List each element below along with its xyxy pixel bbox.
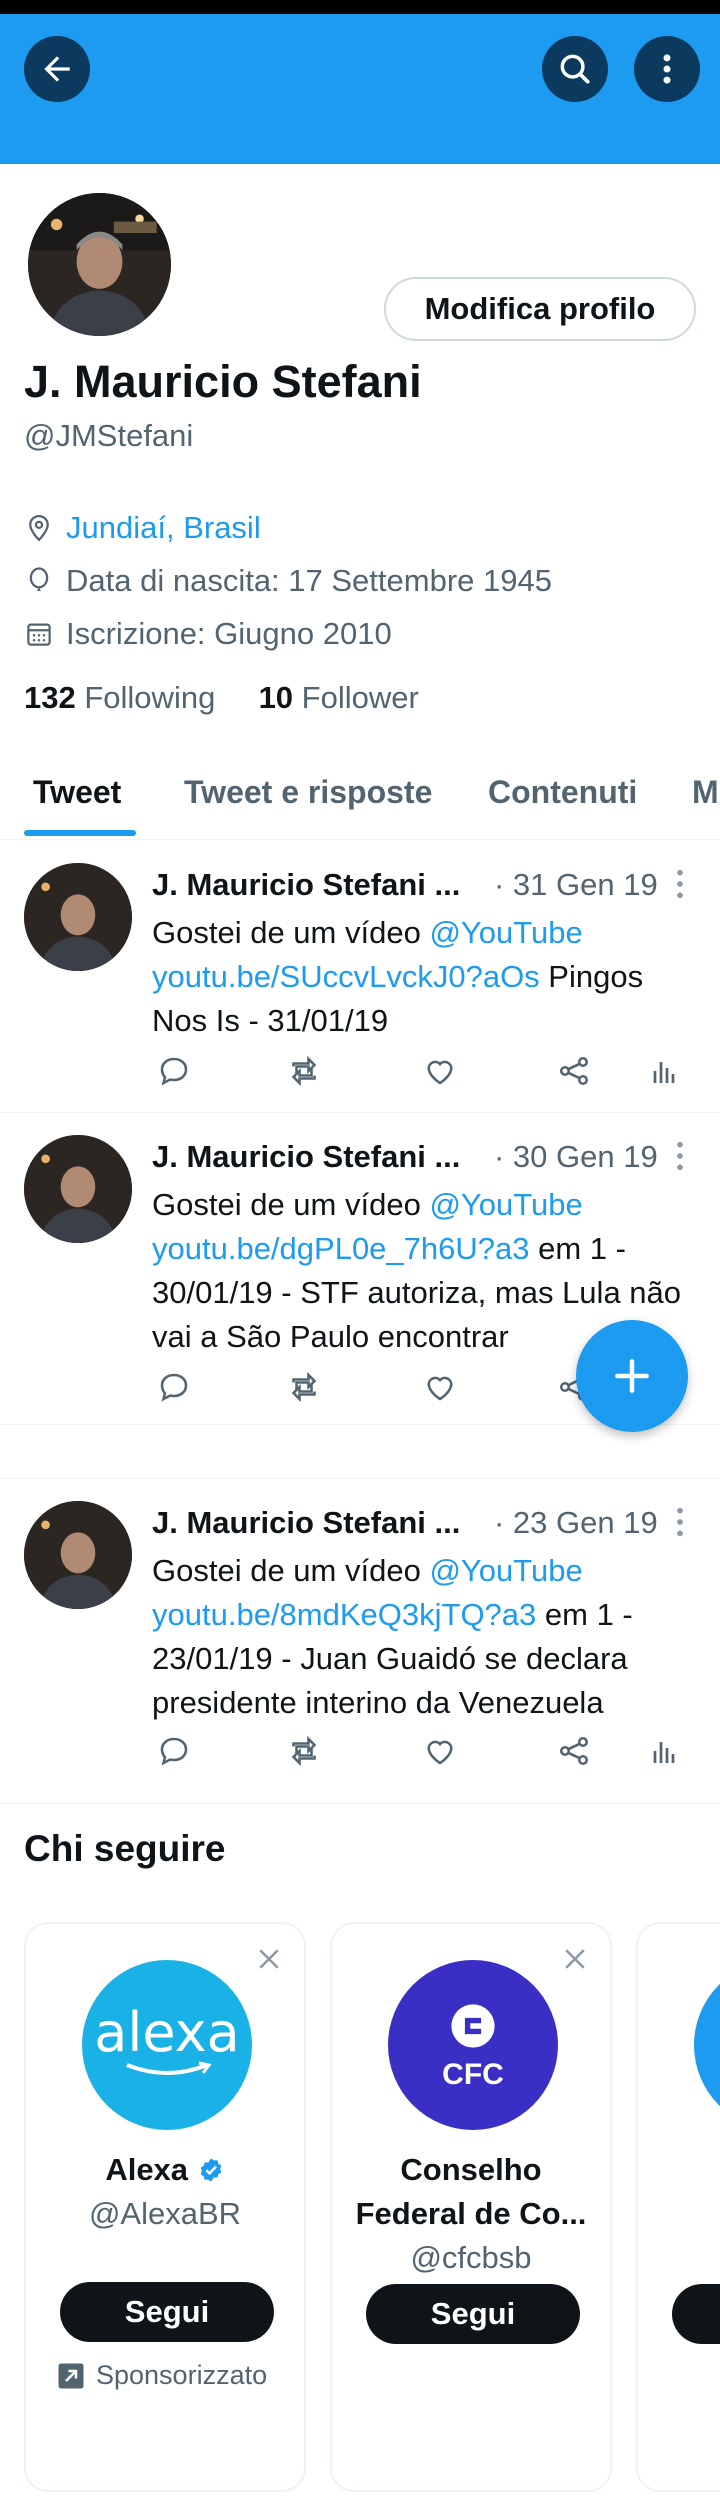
more-vertical-icon[interactable] [668, 867, 692, 901]
birth-date: Data di nascita: 17 Settembre 1945 [66, 563, 552, 598]
location-pin-icon [24, 513, 54, 543]
location-row: Jundiaí, Brasil [24, 508, 261, 548]
cfc-logo: CFC [388, 1960, 558, 2130]
like-icon[interactable] [422, 1053, 458, 1089]
like-icon[interactable] [422, 1733, 458, 1769]
tweet-actions [152, 1053, 692, 1093]
share-icon[interactable] [556, 1053, 592, 1089]
tweet-url-link[interactable]: youtu.be/8mdKeQ3kjTQ?a3 [152, 1597, 536, 1632]
tweet-date: · 31 Gen 19 [494, 867, 658, 902]
more-vertical-icon[interactable] [668, 1139, 692, 1173]
suggestion-card-cfc[interactable]: CFC Conselho Federal de Co... @cfcbsb Se… [330, 1922, 612, 2492]
compose-tweet-button[interactable] [576, 1320, 688, 1432]
tweet-item[interactable]: J. Mauricio Stefani ... · 31 Gen 19 Gost… [0, 841, 720, 1113]
verified-badge-icon [200, 2158, 221, 2182]
tab-mi-piace[interactable]: M [692, 774, 719, 811]
search-icon [560, 54, 590, 84]
share-icon[interactable] [556, 1733, 592, 1769]
more-vertical-icon[interactable] [668, 1505, 692, 1539]
tweet-date: · 23 Gen 19 [494, 1505, 658, 1540]
tweet-text: Gostei de um vídeo @YouTube youtu.be/8md… [152, 1553, 633, 1720]
sponsored-label: Sponsorizzato [56, 2360, 267, 2391]
tweet-url-link[interactable]: youtu.be/dgPL0e_7h6U?a3 [152, 1231, 530, 1266]
more-options-button[interactable] [634, 36, 700, 102]
suggestion-card-alexa[interactable]: alexa Alexa @AlexaBR Segui Sponsorizzato [24, 1922, 306, 2492]
follow-button[interactable]: Segui [366, 2284, 580, 2344]
search-button[interactable] [542, 36, 608, 102]
back-button[interactable] [24, 36, 90, 102]
reply-icon[interactable] [156, 1733, 192, 1769]
partial-logo [694, 1960, 720, 2130]
reply-icon[interactable] [156, 1369, 192, 1405]
retweet-icon[interactable] [286, 1053, 322, 1089]
plus-icon [615, 1359, 649, 1393]
reply-icon[interactable] [156, 1053, 192, 1089]
tweet-avatar[interactable] [24, 1135, 132, 1243]
profile-handle: @JMStefani [24, 418, 194, 453]
tweet-author[interactable]: J. Mauricio Stefani ... [152, 1505, 460, 1541]
close-icon[interactable] [560, 1944, 590, 1974]
tweet-author[interactable]: J. Mauricio Stefani ... [152, 867, 460, 903]
suggestion-handle: @AlexaBR [88, 2196, 242, 2231]
tweet-text: Gostei de um vídeo @YouTube youtu.be/SUc… [152, 915, 644, 1038]
balloon-icon [24, 566, 54, 596]
who-to-follow-title: Chi seguire [24, 1828, 226, 1869]
close-icon[interactable] [254, 1944, 284, 1974]
profile-name: J. Mauricio Stefani [24, 356, 422, 407]
follow-stats: 132 Following 10 Follower [24, 680, 419, 716]
location-link[interactable]: Jundiaí, Brasil [66, 510, 261, 546]
suggestion-name[interactable]: Alexa [26, 2148, 304, 2192]
alexa-logo: alexa [82, 1960, 252, 2130]
more-vertical-icon [663, 54, 671, 84]
edit-profile-button[interactable]: Modifica profilo [384, 277, 696, 341]
analytics-icon[interactable] [646, 1053, 682, 1089]
birth-row: Data di nascita: 17 Settembre 1945 [24, 561, 552, 601]
tab-tweet-e-risposte[interactable]: Tweet e risposte [184, 774, 432, 811]
retweet-icon[interactable] [286, 1733, 322, 1769]
tab-tweet[interactable]: Tweet [33, 774, 121, 811]
promoted-icon [58, 2363, 84, 2388]
suggestion-name[interactable]: Conselho Federal de Co... [332, 2148, 610, 2236]
profile-tabs: Tweet Tweet e risposte Contenuti M [0, 760, 720, 840]
mention-link[interactable]: @YouTube [429, 1553, 582, 1588]
tab-contenuti[interactable]: Contenuti [488, 774, 637, 811]
suggestion-handle: @cfcbsb [410, 2240, 532, 2275]
tweet-author[interactable]: J. Mauricio Stefani ... [152, 1139, 460, 1175]
tweet-actions [152, 1733, 692, 1773]
profile-banner [0, 14, 720, 164]
retweet-icon[interactable] [286, 1369, 322, 1405]
joined-row: Iscrizione: Giugno 2010 [24, 614, 392, 654]
like-icon[interactable] [422, 1369, 458, 1405]
calendar-icon [24, 619, 54, 649]
tweet-date: · 30 Gen 19 [494, 1139, 658, 1174]
joined-date: Iscrizione: Giugno 2010 [66, 616, 392, 651]
mention-link[interactable]: @YouTube [429, 1187, 582, 1222]
follow-button[interactable] [672, 2284, 720, 2344]
arrow-left-icon [44, 56, 70, 82]
tweet-avatar[interactable] [24, 1501, 132, 1609]
active-tab-indicator [24, 830, 136, 836]
status-bar [0, 0, 720, 14]
following-link[interactable]: 132 Following [24, 680, 215, 715]
follow-button[interactable]: Segui [60, 2282, 274, 2342]
tweet-avatar[interactable] [24, 863, 132, 971]
followers-link[interactable]: 10 Follower [259, 680, 419, 715]
mention-link[interactable]: @YouTube [429, 915, 582, 950]
avatar-photo [28, 193, 171, 336]
profile-avatar[interactable] [22, 187, 177, 342]
tweet-item[interactable]: J. Mauricio Stefani ... · 23 Gen 19 Gost… [0, 1478, 720, 1804]
suggestion-card-partial[interactable] [636, 1922, 720, 2492]
tweet-url-link[interactable]: youtu.be/SUccvLvckJ0?aOs [152, 959, 540, 994]
analytics-icon[interactable] [646, 1733, 682, 1769]
